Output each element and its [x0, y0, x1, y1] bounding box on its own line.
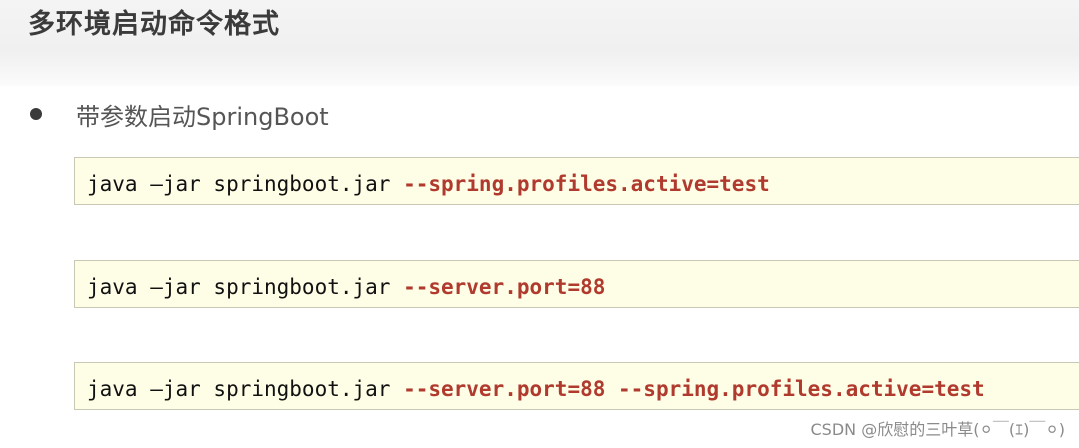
code-arguments: --server.port=88 --spring.profiles.activ… — [403, 377, 985, 401]
code-command: java –jar springboot.jar — [87, 275, 404, 299]
watermark: CSDN @欣慰的三叶草(⚪￣(ｴ)￣⚪) — [810, 420, 1066, 439]
code-command: java –jar springboot.jar — [87, 172, 404, 196]
code-line: java –jar springboot.jar --server.port=8… — [87, 275, 605, 299]
code-arguments: --spring.profiles.active=test — [403, 172, 770, 196]
bullet-text: 带参数启动SpringBoot — [76, 103, 329, 131]
code-command: java –jar springboot.jar — [87, 377, 404, 401]
code-line: java –jar springboot.jar --server.port=8… — [87, 377, 985, 401]
bullet-dot — [30, 108, 42, 120]
code-block: java –jar springboot.jar --server.port=8… — [74, 260, 1079, 308]
slide-header: 多环境启动命令格式 — [0, 0, 1079, 86]
code-block: java –jar springboot.jar --server.port=8… — [74, 362, 1079, 410]
code-arguments: --server.port=88 — [403, 275, 606, 299]
code-block: java –jar springboot.jar --spring.profil… — [74, 157, 1079, 205]
code-line: java –jar springboot.jar --spring.profil… — [87, 172, 770, 196]
page-title: 多环境启动命令格式 — [28, 9, 280, 40]
